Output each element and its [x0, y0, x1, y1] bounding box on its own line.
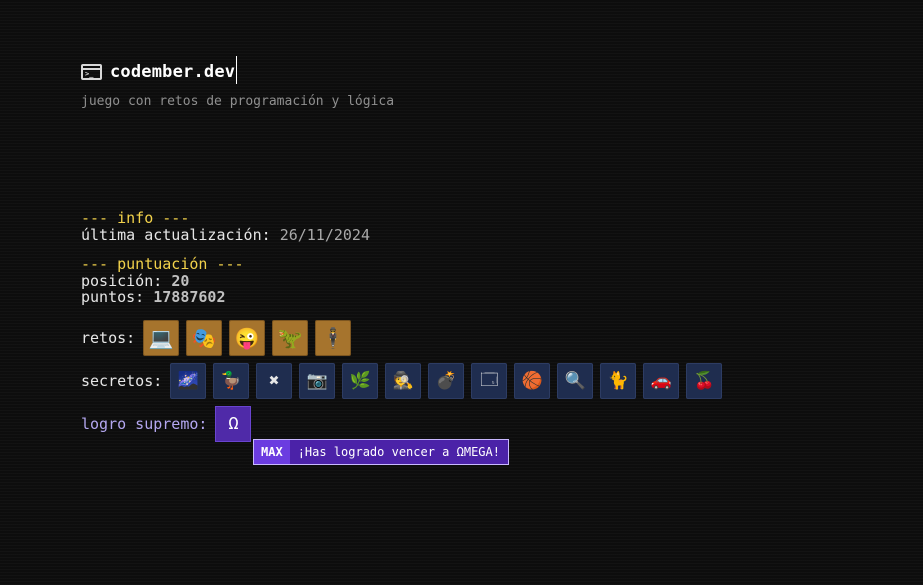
retos-row: retos: 💻 🎭 😜 🦖 🕴	[81, 320, 358, 356]
dinosaur-icon[interactable]: 🦖	[272, 320, 309, 356]
score-heading: --- puntuación ---	[81, 255, 244, 273]
points-value: 17887602	[153, 288, 226, 306]
retos-label: retos:	[81, 329, 136, 347]
hacker-icon[interactable]: 🕵	[385, 363, 422, 399]
terminal-icon: >_	[81, 64, 102, 80]
points-label: puntos:	[81, 288, 145, 306]
camera-icon[interactable]: 📷	[299, 363, 336, 399]
omega-badge[interactable]: Ω	[215, 406, 252, 442]
cherry-icon[interactable]: 🍒	[686, 363, 723, 399]
cat-icon[interactable]: 🐈	[600, 363, 637, 399]
updated-label: última actualización:	[81, 226, 271, 244]
achievement-tooltip: MAX ¡Has logrado vencer a ΩMEGA!	[253, 439, 509, 465]
secretos-list: 🌌 🦆 ✖ 📷 🌿 🕵 💣 🗔 🏀 🔍 🐈 🚗 🍒	[170, 363, 729, 399]
info-heading: --- info ---	[81, 209, 190, 227]
computer-icon[interactable]: 💻	[143, 320, 180, 356]
mask-icon[interactable]: 🎭	[186, 320, 223, 356]
x-icon[interactable]: ✖	[256, 363, 293, 399]
tooltip-message: ¡Has logrado vencer a ΩMEGA!	[297, 445, 500, 459]
site-header: >_ codember.dev	[81, 56, 238, 86]
car-icon[interactable]: 🚗	[643, 363, 680, 399]
info-section: --- info --- última actualización: 26/11…	[81, 210, 370, 243]
bomb-icon[interactable]: 💣	[428, 363, 465, 399]
smiley-icon[interactable]: 😜	[229, 320, 266, 356]
score-section: --- puntuación --- posición: 20 puntos: …	[81, 256, 244, 305]
logro-label: logro supremo:	[81, 415, 208, 433]
tooltip-max-tag: MAX	[254, 440, 290, 464]
galaxy-icon[interactable]: 🌌	[170, 363, 207, 399]
ball-icon[interactable]: 🏀	[514, 363, 551, 399]
text-cursor	[236, 56, 238, 84]
plant-icon[interactable]: 🌿	[342, 363, 379, 399]
secretos-label: secretos:	[81, 372, 163, 390]
logro-row: logro supremo: Ω	[81, 406, 252, 442]
magnifier-icon[interactable]: 🔍	[557, 363, 594, 399]
site-subtitle: juego con retos de programación y lógica	[81, 94, 395, 109]
updated-value: 26/11/2024	[279, 226, 370, 244]
agent-icon[interactable]: 🕴	[315, 320, 352, 356]
secretos-row: secretos: 🌌 🦆 ✖ 📷 🌿 🕵 💣 🗔 🏀 🔍 🐈 🚗 🍒	[81, 363, 729, 399]
site-title[interactable]: codember.dev	[110, 62, 235, 82]
duck-icon[interactable]: 🦆	[213, 363, 250, 399]
window-icon[interactable]: 🗔	[471, 363, 508, 399]
retos-list: 💻 🎭 😜 🦖 🕴	[143, 320, 358, 356]
